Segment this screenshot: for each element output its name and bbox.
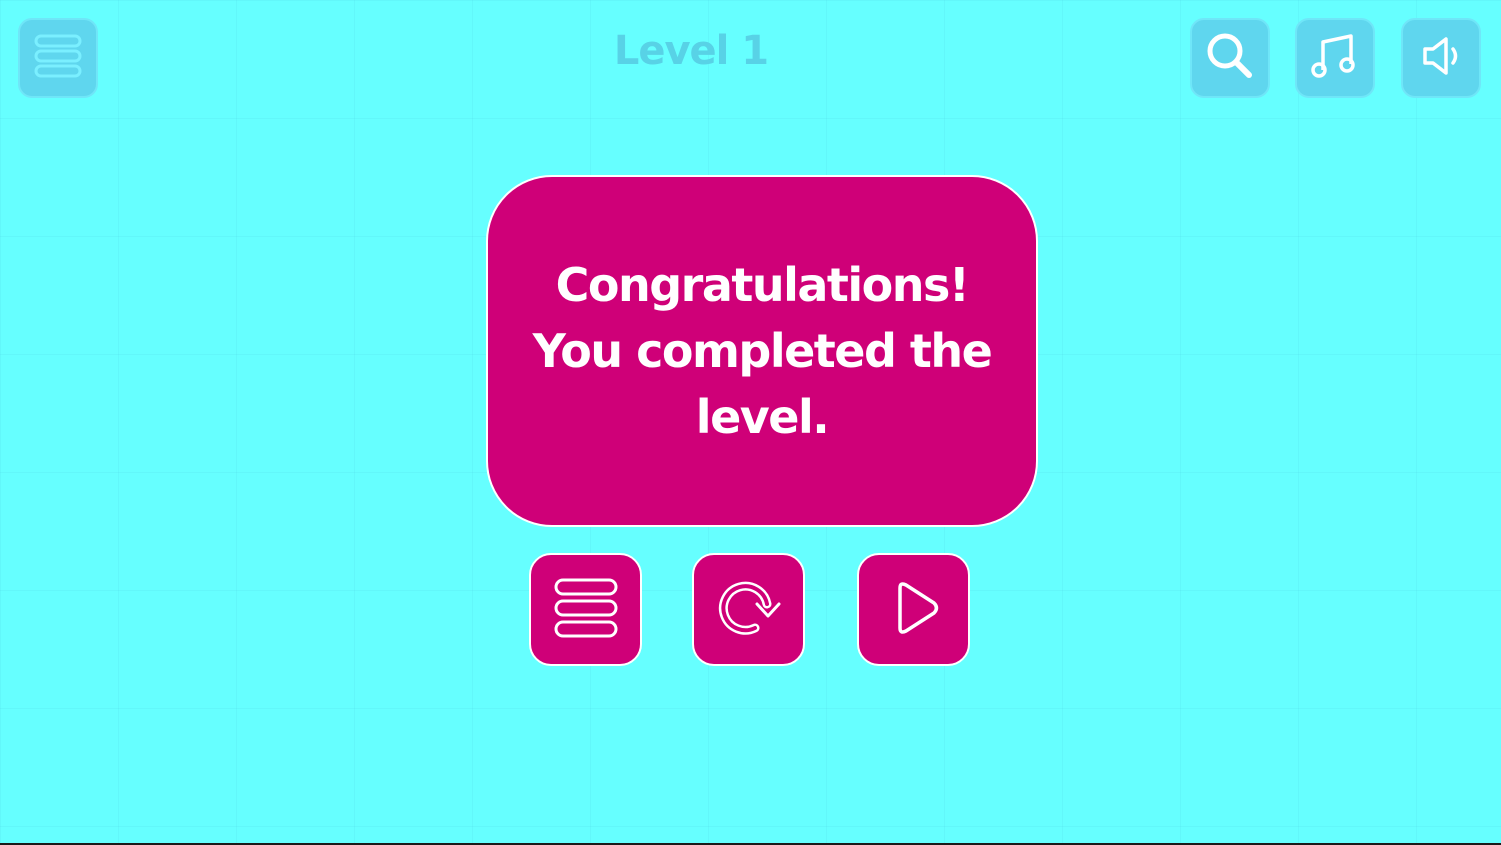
- search-button[interactable]: [1190, 18, 1270, 98]
- restart-button[interactable]: [692, 553, 805, 666]
- music-icon: [1307, 28, 1363, 88]
- play-icon: [876, 570, 952, 650]
- level-complete-dialog: Congratulations! You completed the level…: [486, 175, 1038, 527]
- congratulations-message: Congratulations! You completed the level…: [532, 258, 993, 444]
- level-title: Level 1: [613, 28, 769, 74]
- restart-icon: [711, 570, 787, 650]
- sound-button[interactable]: [1401, 18, 1481, 98]
- music-button[interactable]: [1295, 18, 1375, 98]
- sound-icon: [1413, 28, 1469, 88]
- menu-icon: [30, 28, 86, 88]
- search-icon: [1202, 28, 1258, 88]
- menu-icon: [548, 570, 624, 650]
- level-menu-button[interactable]: [529, 553, 642, 666]
- next-level-button[interactable]: [857, 553, 970, 666]
- menu-button[interactable]: [18, 18, 98, 98]
